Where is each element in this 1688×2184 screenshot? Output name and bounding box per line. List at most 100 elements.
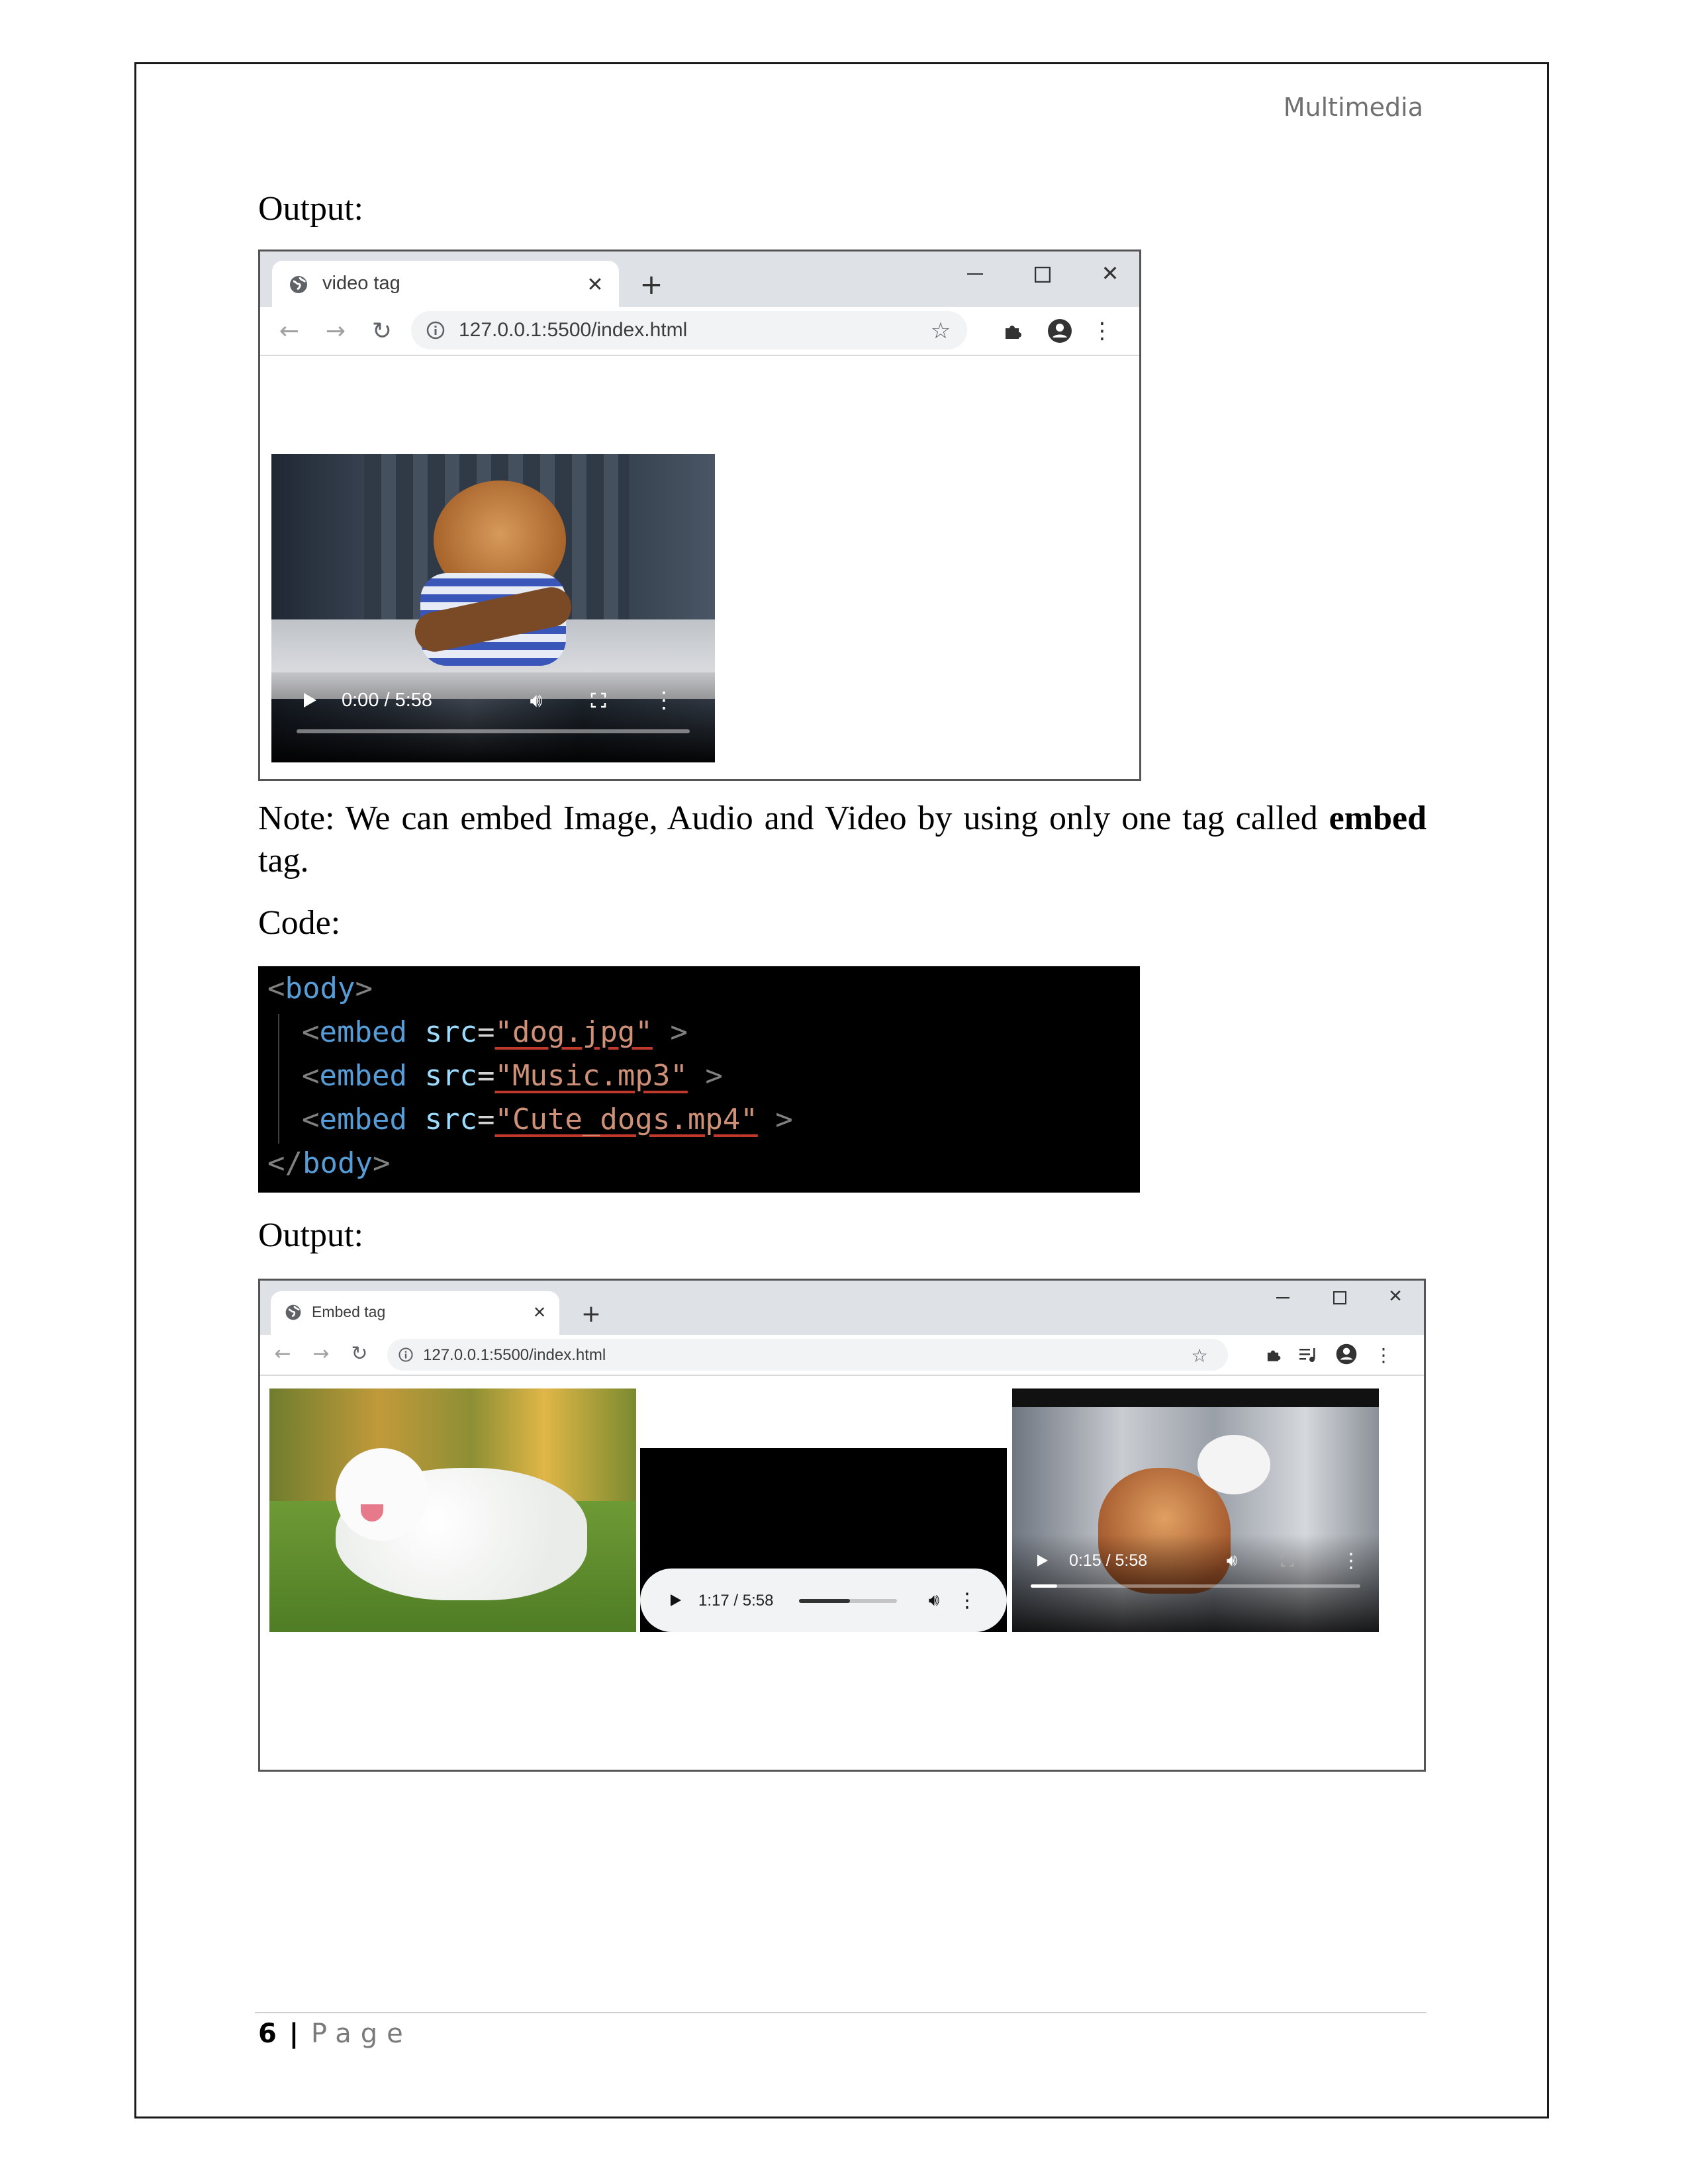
- back-icon[interactable]: ←: [275, 316, 304, 345]
- code-line-embed-1: <embed src="dog.jpg" >: [302, 1015, 688, 1049]
- fullscreen-icon[interactable]: [585, 687, 612, 713]
- code-string: Music.mp3: [512, 1059, 671, 1093]
- play-icon[interactable]: [297, 687, 323, 713]
- play-icon[interactable]: [663, 1587, 689, 1614]
- code-quote: ": [494, 1059, 512, 1093]
- footer-separator: |: [289, 2019, 299, 2049]
- close-tab-icon[interactable]: ✕: [529, 1302, 550, 1323]
- code-equals: =: [477, 1015, 495, 1049]
- note-tail: tag.: [258, 842, 309, 880]
- close-window-icon[interactable]: ✕: [1090, 257, 1130, 290]
- page-footer: 6 | Page: [258, 2019, 412, 2049]
- back-icon[interactable]: ←: [271, 1342, 295, 1365]
- url-text[interactable]: 127.0.0.1:5500/index.html: [459, 319, 687, 341]
- new-tab-button[interactable]: +: [636, 268, 667, 300]
- tab-bar: video tag ✕ + ✕: [260, 251, 1139, 307]
- code-equals: =: [477, 1059, 495, 1093]
- close-window-icon[interactable]: ✕: [1379, 1283, 1412, 1310]
- code-bracket: >: [372, 1146, 391, 1180]
- forward-icon[interactable]: →: [309, 1342, 333, 1365]
- output-label-1: Output:: [258, 190, 363, 228]
- volume-icon[interactable]: 🔊︎: [522, 687, 551, 713]
- dog-head: [336, 1448, 428, 1541]
- code-quote: ": [494, 1015, 512, 1049]
- code-line-body-open: <body>: [267, 972, 373, 1005]
- menu-icon[interactable]: ⋮: [1089, 316, 1115, 345]
- output-label-2: Output:: [258, 1216, 363, 1254]
- maximize-icon[interactable]: [1323, 1285, 1356, 1311]
- address-bar[interactable]: 127.0.0.1:5500/index.html ☆: [411, 311, 967, 349]
- browser-window-embed: Embed tag ✕ + ✕ ← → ↻ 127.0.0.1:5500/ind…: [258, 1279, 1426, 1772]
- minimize-icon[interactable]: [1266, 1285, 1299, 1311]
- code-quote: ": [670, 1059, 688, 1093]
- globe-icon: [287, 273, 310, 296]
- embedded-audio: 1:17 / 5:58 🔊︎ ⋮: [640, 1448, 1007, 1632]
- code-attr: src: [424, 1059, 477, 1093]
- extensions-icon[interactable]: [998, 316, 1027, 345]
- new-tab-button[interactable]: +: [578, 1300, 604, 1328]
- code-line-embed-2: <embed src="Music.mp3" >: [302, 1059, 723, 1093]
- code-equals: =: [477, 1103, 495, 1136]
- code-line-body-close: </body>: [267, 1146, 390, 1180]
- tab-embed[interactable]: Embed tag ✕: [271, 1291, 559, 1335]
- video-progress-track[interactable]: [1031, 1584, 1360, 1588]
- url-text[interactable]: 127.0.0.1:5500/index.html: [423, 1346, 606, 1365]
- menu-icon[interactable]: ⋮: [1372, 1342, 1395, 1368]
- code-tag: embed: [319, 1015, 407, 1049]
- reload-icon[interactable]: ↻: [348, 1342, 371, 1365]
- code-tag: body: [285, 972, 355, 1005]
- video-time: 0:00 / 5:58: [342, 690, 433, 711]
- tab-video[interactable]: video tag ✕: [272, 261, 619, 307]
- audio-player[interactable]: 1:17 / 5:58 🔊︎ ⋮: [640, 1569, 1007, 1632]
- forward-icon[interactable]: →: [321, 316, 350, 345]
- toolbar: ← → ↻ 127.0.0.1:5500/index.html ☆ ⋮: [260, 1335, 1424, 1376]
- more-options-icon[interactable]: ⋮: [957, 1586, 977, 1615]
- media-queue-icon[interactable]: [1297, 1343, 1321, 1367]
- tab-bar: Embed tag ✕ + ✕: [260, 1281, 1424, 1335]
- page-number: 6: [258, 2019, 277, 2049]
- reload-icon[interactable]: ↻: [367, 316, 397, 345]
- video-progress-fill: [1031, 1584, 1057, 1588]
- indent-guide: [278, 1014, 279, 1144]
- fullscreen-icon[interactable]: [1276, 1549, 1299, 1572]
- star-icon[interactable]: ☆: [927, 318, 954, 344]
- play-icon[interactable]: [1031, 1549, 1055, 1572]
- code-string: Cute_dogs.mp4: [512, 1103, 741, 1136]
- code-bracket: </: [267, 1146, 303, 1180]
- address-bar[interactable]: 127.0.0.1:5500/index.html ☆: [387, 1339, 1228, 1371]
- video-player[interactable]: 0:00 / 5:58 🔊︎ ⋮: [271, 454, 715, 762]
- more-options-icon[interactable]: ⋮: [1341, 1547, 1361, 1574]
- profile-icon[interactable]: [1044, 315, 1076, 347]
- code-bracket: >: [757, 1103, 793, 1136]
- embedded-video[interactable]: 0:15 / 5:58 🔊︎ ⋮: [1012, 1388, 1379, 1632]
- code-tag: embed: [319, 1103, 407, 1136]
- tab-title: Embed tag: [312, 1303, 386, 1320]
- footer-rule: [255, 2012, 1427, 2013]
- code-bracket: <: [302, 1015, 320, 1049]
- star-icon[interactable]: ☆: [1188, 1344, 1211, 1367]
- audio-progress-track[interactable]: [799, 1599, 897, 1603]
- code-attr: src: [424, 1015, 477, 1049]
- code-quote: ": [635, 1015, 653, 1049]
- code-attr: src: [424, 1103, 477, 1136]
- minimize-icon[interactable]: [955, 258, 995, 291]
- video-time: 0:15 / 5:58: [1069, 1551, 1148, 1570]
- code-bracket: >: [652, 1015, 688, 1049]
- info-icon[interactable]: [424, 319, 447, 341]
- tab-title: video tag: [322, 273, 400, 294]
- close-tab-icon[interactable]: ✕: [582, 271, 608, 298]
- toolbar: ← → ↻ 127.0.0.1:5500/index.html ☆ ⋮: [260, 307, 1139, 356]
- code-bracket: >: [355, 972, 373, 1005]
- volume-icon[interactable]: 🔊︎: [921, 1587, 947, 1614]
- browser-window-video: video tag ✕ + ✕ ← → ↻ 127.0.0.1:5500/ind…: [258, 250, 1141, 781]
- globe-icon: [283, 1302, 304, 1323]
- extensions-icon[interactable]: [1261, 1343, 1285, 1367]
- info-icon[interactable]: [397, 1345, 415, 1364]
- code-tag: body: [302, 1146, 373, 1180]
- video-progress-bar[interactable]: [297, 729, 690, 733]
- profile-icon[interactable]: [1333, 1340, 1360, 1368]
- volume-icon[interactable]: 🔊︎: [1219, 1549, 1245, 1572]
- more-options-icon[interactable]: ⋮: [653, 686, 675, 715]
- maximize-icon[interactable]: [1023, 258, 1062, 291]
- controls-overlay: [271, 672, 715, 762]
